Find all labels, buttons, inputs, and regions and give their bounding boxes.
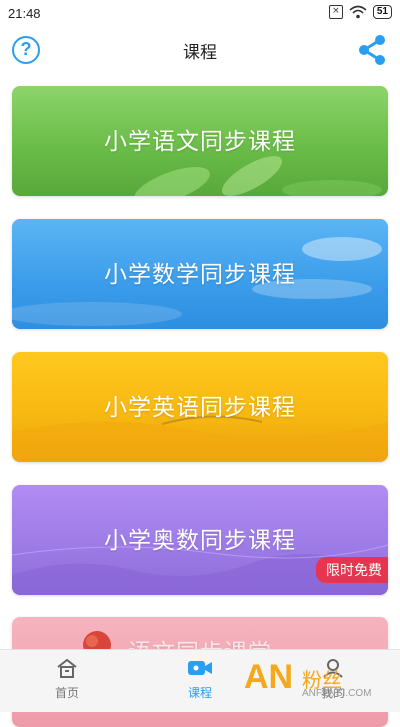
course-card-english[interactable]: 小学英语同步课程 [12, 352, 388, 462]
home-icon [57, 658, 77, 678]
status-icons: × 51 [328, 5, 392, 19]
watermark-logo: AN 粉丝 ANFENSI.COM [244, 658, 394, 704]
video-icon [188, 661, 212, 675]
share-icon[interactable] [356, 34, 388, 66]
sim-x-icon: × [328, 5, 343, 19]
wifi-icon [349, 5, 367, 19]
watermark-brand: AN [244, 658, 294, 696]
course-title: 小学奥数同步课程 [104, 528, 296, 554]
status-bar: 21:48 × 51 [0, 0, 400, 28]
course-card-chinese[interactable]: 小学语文同步课程 [12, 86, 388, 196]
app-header: ? 课程 [0, 28, 400, 72]
bottom-tab-bar: 首页 课程 我的 AN 粉丝 ANFENSI.COM [0, 649, 400, 712]
page-title: 课程 [183, 43, 217, 63]
tab-courses[interactable]: 课程 [160, 658, 240, 701]
tab-home[interactable]: 首页 [27, 658, 107, 701]
course-card-math[interactable]: 小学数学同步课程 [12, 219, 388, 329]
course-title: 小学数学同步课程 [104, 262, 296, 288]
course-title: 小学语文同步课程 [104, 129, 296, 155]
tab-label: 课程 [187, 686, 212, 700]
tab-label: 首页 [54, 686, 79, 700]
watermark-url: ANFENSI.COM [302, 688, 372, 699]
limited-free-badge: 限时免费 [316, 557, 388, 583]
status-time: 21:48 [8, 6, 41, 21]
course-title: 小学英语同步课程 [104, 395, 296, 421]
course-card-olympiad[interactable]: 小学奥数同步课程 限时免费 [12, 485, 388, 595]
battery-icon: 51 [372, 5, 392, 19]
